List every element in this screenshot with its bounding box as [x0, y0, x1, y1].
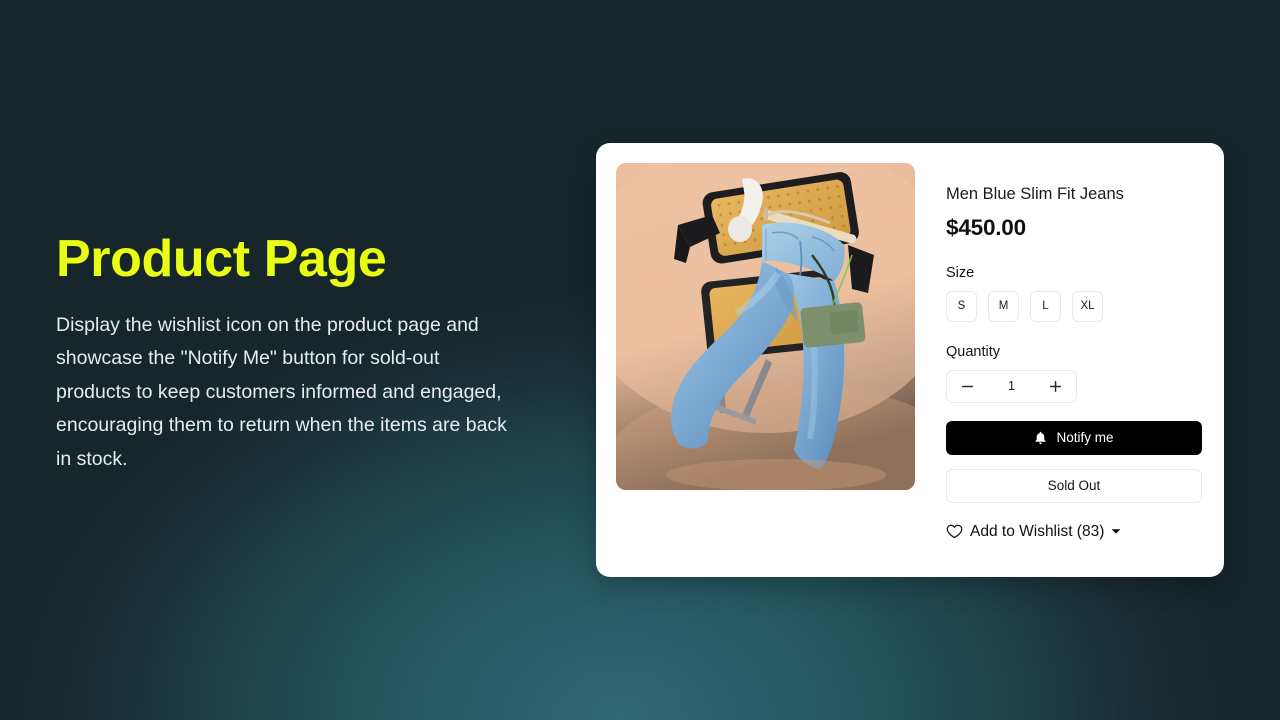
notify-me-button[interactable]: Notify me — [946, 420, 1202, 455]
wishlist-label: Add to Wishlist (83) — [970, 522, 1105, 540]
product-image[interactable] — [616, 163, 915, 490]
page-description: Display the wishlist icon on the product… — [56, 313, 507, 470]
bell-icon — [1034, 431, 1047, 445]
page-title: Product Page — [56, 230, 387, 288]
size-option-group: S M L XL — [946, 290, 1202, 322]
minus-icon — [961, 385, 973, 388]
quantity-stepper: 1 — [946, 369, 1077, 403]
quantity-label: Quantity — [946, 343, 1000, 360]
product-title: Men Blue Slim Fit Jeans — [946, 185, 1124, 203]
product-price: $450.00 — [946, 214, 1026, 240]
heart-outline-icon — [946, 524, 963, 539]
size-label: Size — [946, 264, 975, 281]
size-option-m[interactable]: M — [988, 290, 1019, 322]
product-photo — [616, 163, 915, 490]
quantity-decrement-button[interactable] — [958, 380, 976, 393]
left-copy-panel: Product Page Display the wishlist icon o… — [56, 232, 526, 477]
size-option-s[interactable]: S — [946, 290, 977, 322]
chevron-down-icon[interactable] — [1111, 528, 1121, 535]
sold-out-label: Sold Out — [1047, 478, 1101, 494]
add-to-wishlist-button[interactable]: Add to Wishlist (83) — [946, 523, 1121, 541]
slide-canvas: Product Page Display the wishlist icon o… — [0, 0, 1280, 720]
plus-icon — [1050, 380, 1062, 392]
quantity-value: 1 — [1008, 379, 1015, 394]
size-option-xl[interactable]: XL — [1072, 290, 1103, 322]
notify-me-label: Notify me — [1056, 430, 1114, 446]
size-option-l[interactable]: L — [1030, 290, 1061, 322]
sold-out-button[interactable]: Sold Out — [946, 468, 1202, 503]
product-card: Men Blue Slim Fit Jeans $450.00 Size S M… — [596, 143, 1224, 577]
product-details: Men Blue Slim Fit Jeans $450.00 Size S M… — [915, 163, 1205, 557]
quantity-increment-button[interactable] — [1047, 380, 1065, 393]
